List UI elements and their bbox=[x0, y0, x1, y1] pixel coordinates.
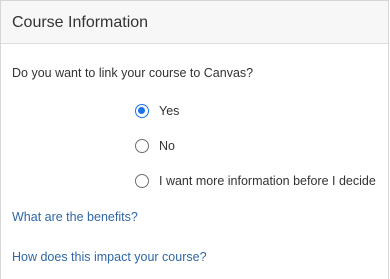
radio-no[interactable] bbox=[135, 139, 149, 153]
option-more-info-label[interactable]: I want more information before I decide bbox=[159, 174, 376, 188]
link-canvas-question: Do you want to link your course to Canva… bbox=[12, 66, 254, 80]
course-information-panel: Course Information Do you want to link y… bbox=[0, 0, 389, 279]
panel-title: Course Information bbox=[12, 14, 149, 31]
option-more-info[interactable]: I want more information before I decide bbox=[135, 172, 376, 190]
option-no-label[interactable]: No bbox=[159, 139, 175, 153]
option-yes[interactable]: Yes bbox=[135, 102, 179, 120]
option-no[interactable]: No bbox=[135, 137, 175, 155]
panel-header: Course Information bbox=[1, 0, 388, 44]
impact-link[interactable]: How does this impact your course? bbox=[12, 250, 207, 264]
radio-more-info[interactable] bbox=[135, 174, 149, 188]
benefits-link[interactable]: What are the benefits? bbox=[12, 210, 138, 224]
radio-yes[interactable] bbox=[135, 104, 149, 118]
option-yes-label[interactable]: Yes bbox=[159, 104, 179, 118]
